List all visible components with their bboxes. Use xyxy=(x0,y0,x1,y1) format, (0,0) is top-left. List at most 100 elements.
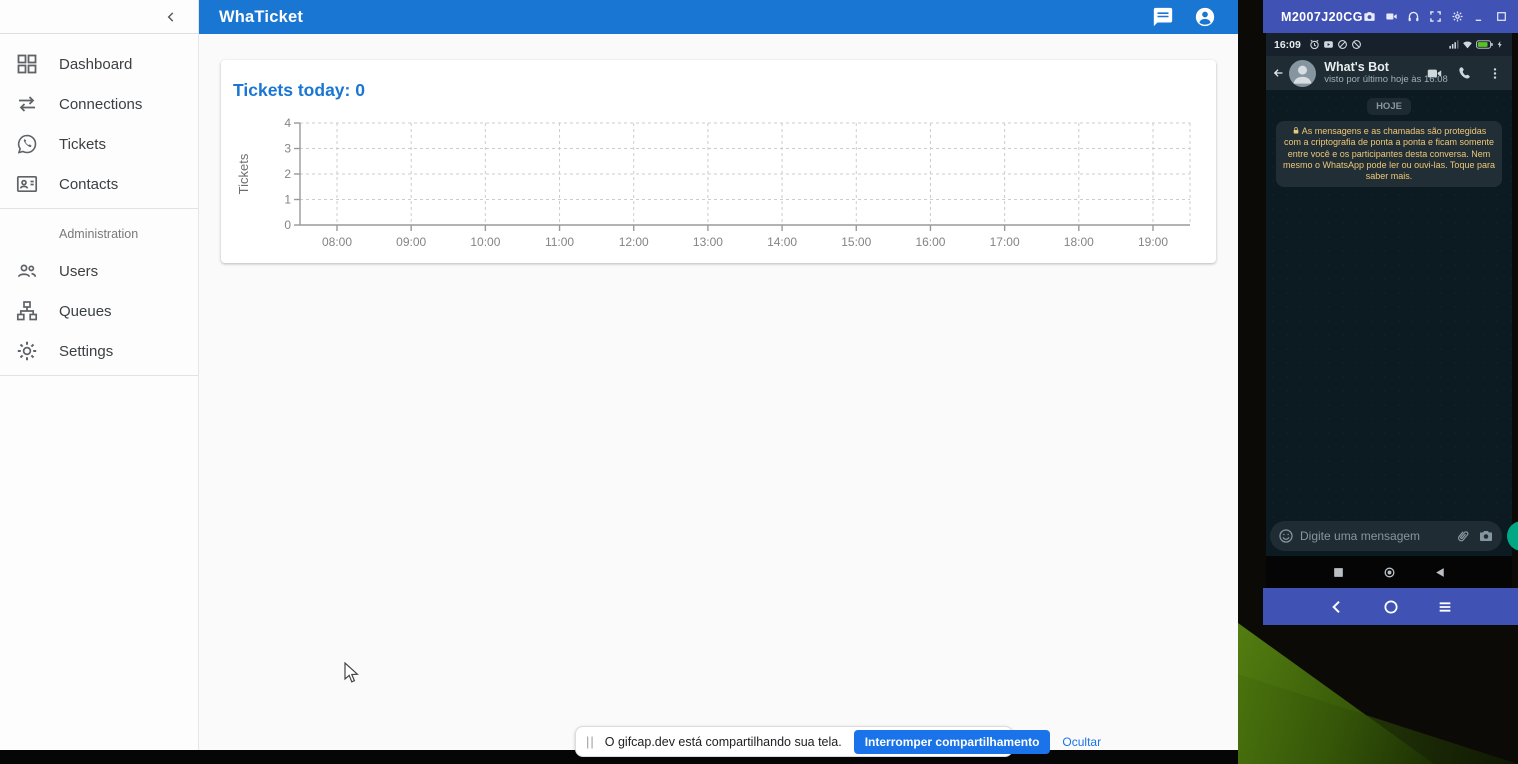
contact-last-seen: visto por último hoje às 16:08 xyxy=(1324,75,1426,86)
message-input-pill[interactable] xyxy=(1270,521,1502,551)
charging-bolt-icon xyxy=(1496,39,1504,50)
encryption-notice-text: As mensagens e as chamadas são protegida… xyxy=(1283,126,1495,181)
record-video-icon[interactable] xyxy=(1385,10,1398,23)
svg-text:12:00: 12:00 xyxy=(619,235,649,249)
sidebar-item-connections[interactable]: Connections xyxy=(0,84,198,124)
attach-paperclip-icon[interactable] xyxy=(1452,525,1475,548)
fullscreen-icon[interactable] xyxy=(1429,10,1442,23)
card-title: Tickets today: 0 xyxy=(233,80,365,101)
svg-text:18:00: 18:00 xyxy=(1064,235,1094,249)
svg-text:11:00: 11:00 xyxy=(545,235,574,249)
voice-call-icon[interactable] xyxy=(1457,65,1474,82)
contact-info[interactable]: What's Bot visto por último hoje às 16:0… xyxy=(1324,60,1426,85)
svg-text:3: 3 xyxy=(284,142,291,156)
svg-text:08:00: 08:00 xyxy=(322,235,352,249)
toolbar-back-icon[interactable] xyxy=(1329,599,1345,615)
emulator-window-title: M2007J20CG xyxy=(1281,10,1363,24)
statusbar-time: 16:09 xyxy=(1274,39,1301,51)
sidebar-item-dashboard[interactable]: Dashboard xyxy=(0,44,198,84)
hide-banner-link[interactable]: Ocultar xyxy=(1062,735,1101,749)
emulator-window: M2007J20CG 16:09 xyxy=(1263,0,1518,625)
whatsapp-chat-header: What's Bot visto por último hoje às 16:0… xyxy=(1266,56,1512,90)
collapse-sidebar-icon[interactable] xyxy=(164,10,178,24)
data-saver-icon xyxy=(1337,39,1348,50)
sidebar-item-tickets[interactable]: Tickets xyxy=(0,124,198,164)
video-call-icon[interactable] xyxy=(1426,65,1443,82)
audio-headphones-icon[interactable] xyxy=(1407,10,1420,23)
svg-text:15:00: 15:00 xyxy=(841,235,871,249)
sidebar-item-label: Queues xyxy=(59,303,112,320)
share-message: O gifcap.dev está compartilhando sua tel… xyxy=(605,735,842,749)
svg-text:2: 2 xyxy=(284,167,291,181)
emulator-titlebar[interactable]: M2007J20CG xyxy=(1263,0,1518,33)
phone-screen: 16:09 What's Bot xyxy=(1266,33,1512,588)
emulator-toolbar xyxy=(1263,588,1518,625)
encryption-notice[interactable]: As mensagens e as chamadas são protegida… xyxy=(1276,121,1502,187)
account-circle-icon[interactable] xyxy=(1194,6,1216,28)
sidebar-item-label: Connections xyxy=(59,96,142,113)
emulator-settings-gear-icon[interactable] xyxy=(1451,10,1464,23)
tickets-chart: 0123408:0009:0010:0011:0012:0013:0014:00… xyxy=(221,60,1216,255)
sidebar-top-bar xyxy=(0,0,198,34)
alarm-icon xyxy=(1309,39,1320,50)
camera-icon[interactable] xyxy=(1478,528,1494,544)
back-triangle-icon[interactable] xyxy=(1434,566,1447,579)
microphone-icon xyxy=(1515,529,1518,544)
sidebar-item-contacts[interactable]: Contacts xyxy=(0,164,198,204)
main-content: Tickets today: 0 0 1 2 3 4 08:00 09:00 10:00 11:… xyxy=(199,34,1238,750)
svg-text:1: 1 xyxy=(284,193,291,207)
blocked-notification-icon xyxy=(1351,39,1362,50)
svg-text:13:00: 13:00 xyxy=(693,235,723,249)
gear-icon xyxy=(15,339,39,363)
lock-icon xyxy=(1292,126,1300,135)
account-tree-icon xyxy=(15,299,39,323)
sidebar-item-users[interactable]: Users xyxy=(0,251,198,291)
youtube-notification-icon xyxy=(1323,39,1334,50)
sidebar: Dashboard Connections Tickets Contacts A… xyxy=(0,0,199,750)
contact-avatar[interactable] xyxy=(1289,60,1316,87)
more-options-kebab-icon[interactable] xyxy=(1488,65,1502,82)
users-icon xyxy=(15,259,39,283)
signal-strength-icon xyxy=(1448,39,1459,50)
sidebar-item-label: Tickets xyxy=(59,136,106,153)
stop-sharing-button[interactable]: Interromper compartilhamento xyxy=(854,730,1051,754)
svg-text:16:00: 16:00 xyxy=(915,235,945,249)
sidebar-item-label: Dashboard xyxy=(59,56,132,73)
message-input[interactable] xyxy=(1300,529,1455,543)
sidebar-item-label: Settings xyxy=(59,343,113,360)
svg-text:10:00: 10:00 xyxy=(470,235,500,249)
svg-text:19:00: 19:00 xyxy=(1138,235,1168,249)
sidebar-divider xyxy=(0,375,198,376)
emoji-icon[interactable] xyxy=(1278,528,1294,544)
sidebar-item-settings[interactable]: Settings xyxy=(0,331,198,371)
dashboard-icon xyxy=(15,52,39,76)
message-input-row xyxy=(1270,521,1508,551)
sidebar-item-queues[interactable]: Queues xyxy=(0,291,198,331)
sidebar-item-label: Contacts xyxy=(59,176,118,193)
sidebar-divider xyxy=(0,208,198,209)
svg-text:09:00: 09:00 xyxy=(396,235,426,249)
battery-icon xyxy=(1476,39,1493,50)
swap-arrows-icon xyxy=(15,92,39,116)
android-statusbar: 16:09 xyxy=(1266,33,1512,56)
toolbar-recents-icon[interactable] xyxy=(1437,599,1453,615)
maximize-window-icon[interactable] xyxy=(1495,10,1508,23)
drag-handle-icon[interactable]: || xyxy=(586,734,595,749)
svg-text:0: 0 xyxy=(284,218,291,232)
svg-text:Tickets: Tickets xyxy=(236,153,251,194)
screenshot-camera-icon[interactable] xyxy=(1363,10,1376,23)
app-title: WhaTicket xyxy=(219,8,303,27)
whatsapp-icon xyxy=(15,132,39,156)
home-icon[interactable] xyxy=(1383,566,1396,579)
chat-messages-icon[interactable] xyxy=(1152,6,1174,28)
minimize-window-icon[interactable] xyxy=(1473,10,1486,23)
android-navbar xyxy=(1266,556,1512,588)
recent-apps-icon[interactable] xyxy=(1332,566,1345,579)
back-arrow-icon[interactable] xyxy=(1272,65,1285,81)
svg-text:4: 4 xyxy=(284,116,291,130)
tickets-today-card: Tickets today: 0 0 1 2 3 4 08:00 09:00 10:00 11:… xyxy=(221,60,1216,263)
toolbar-home-icon[interactable] xyxy=(1383,599,1399,615)
default-avatar-icon xyxy=(1289,60,1316,87)
contact-card-icon xyxy=(15,172,39,196)
voice-record-button[interactable] xyxy=(1507,521,1518,551)
